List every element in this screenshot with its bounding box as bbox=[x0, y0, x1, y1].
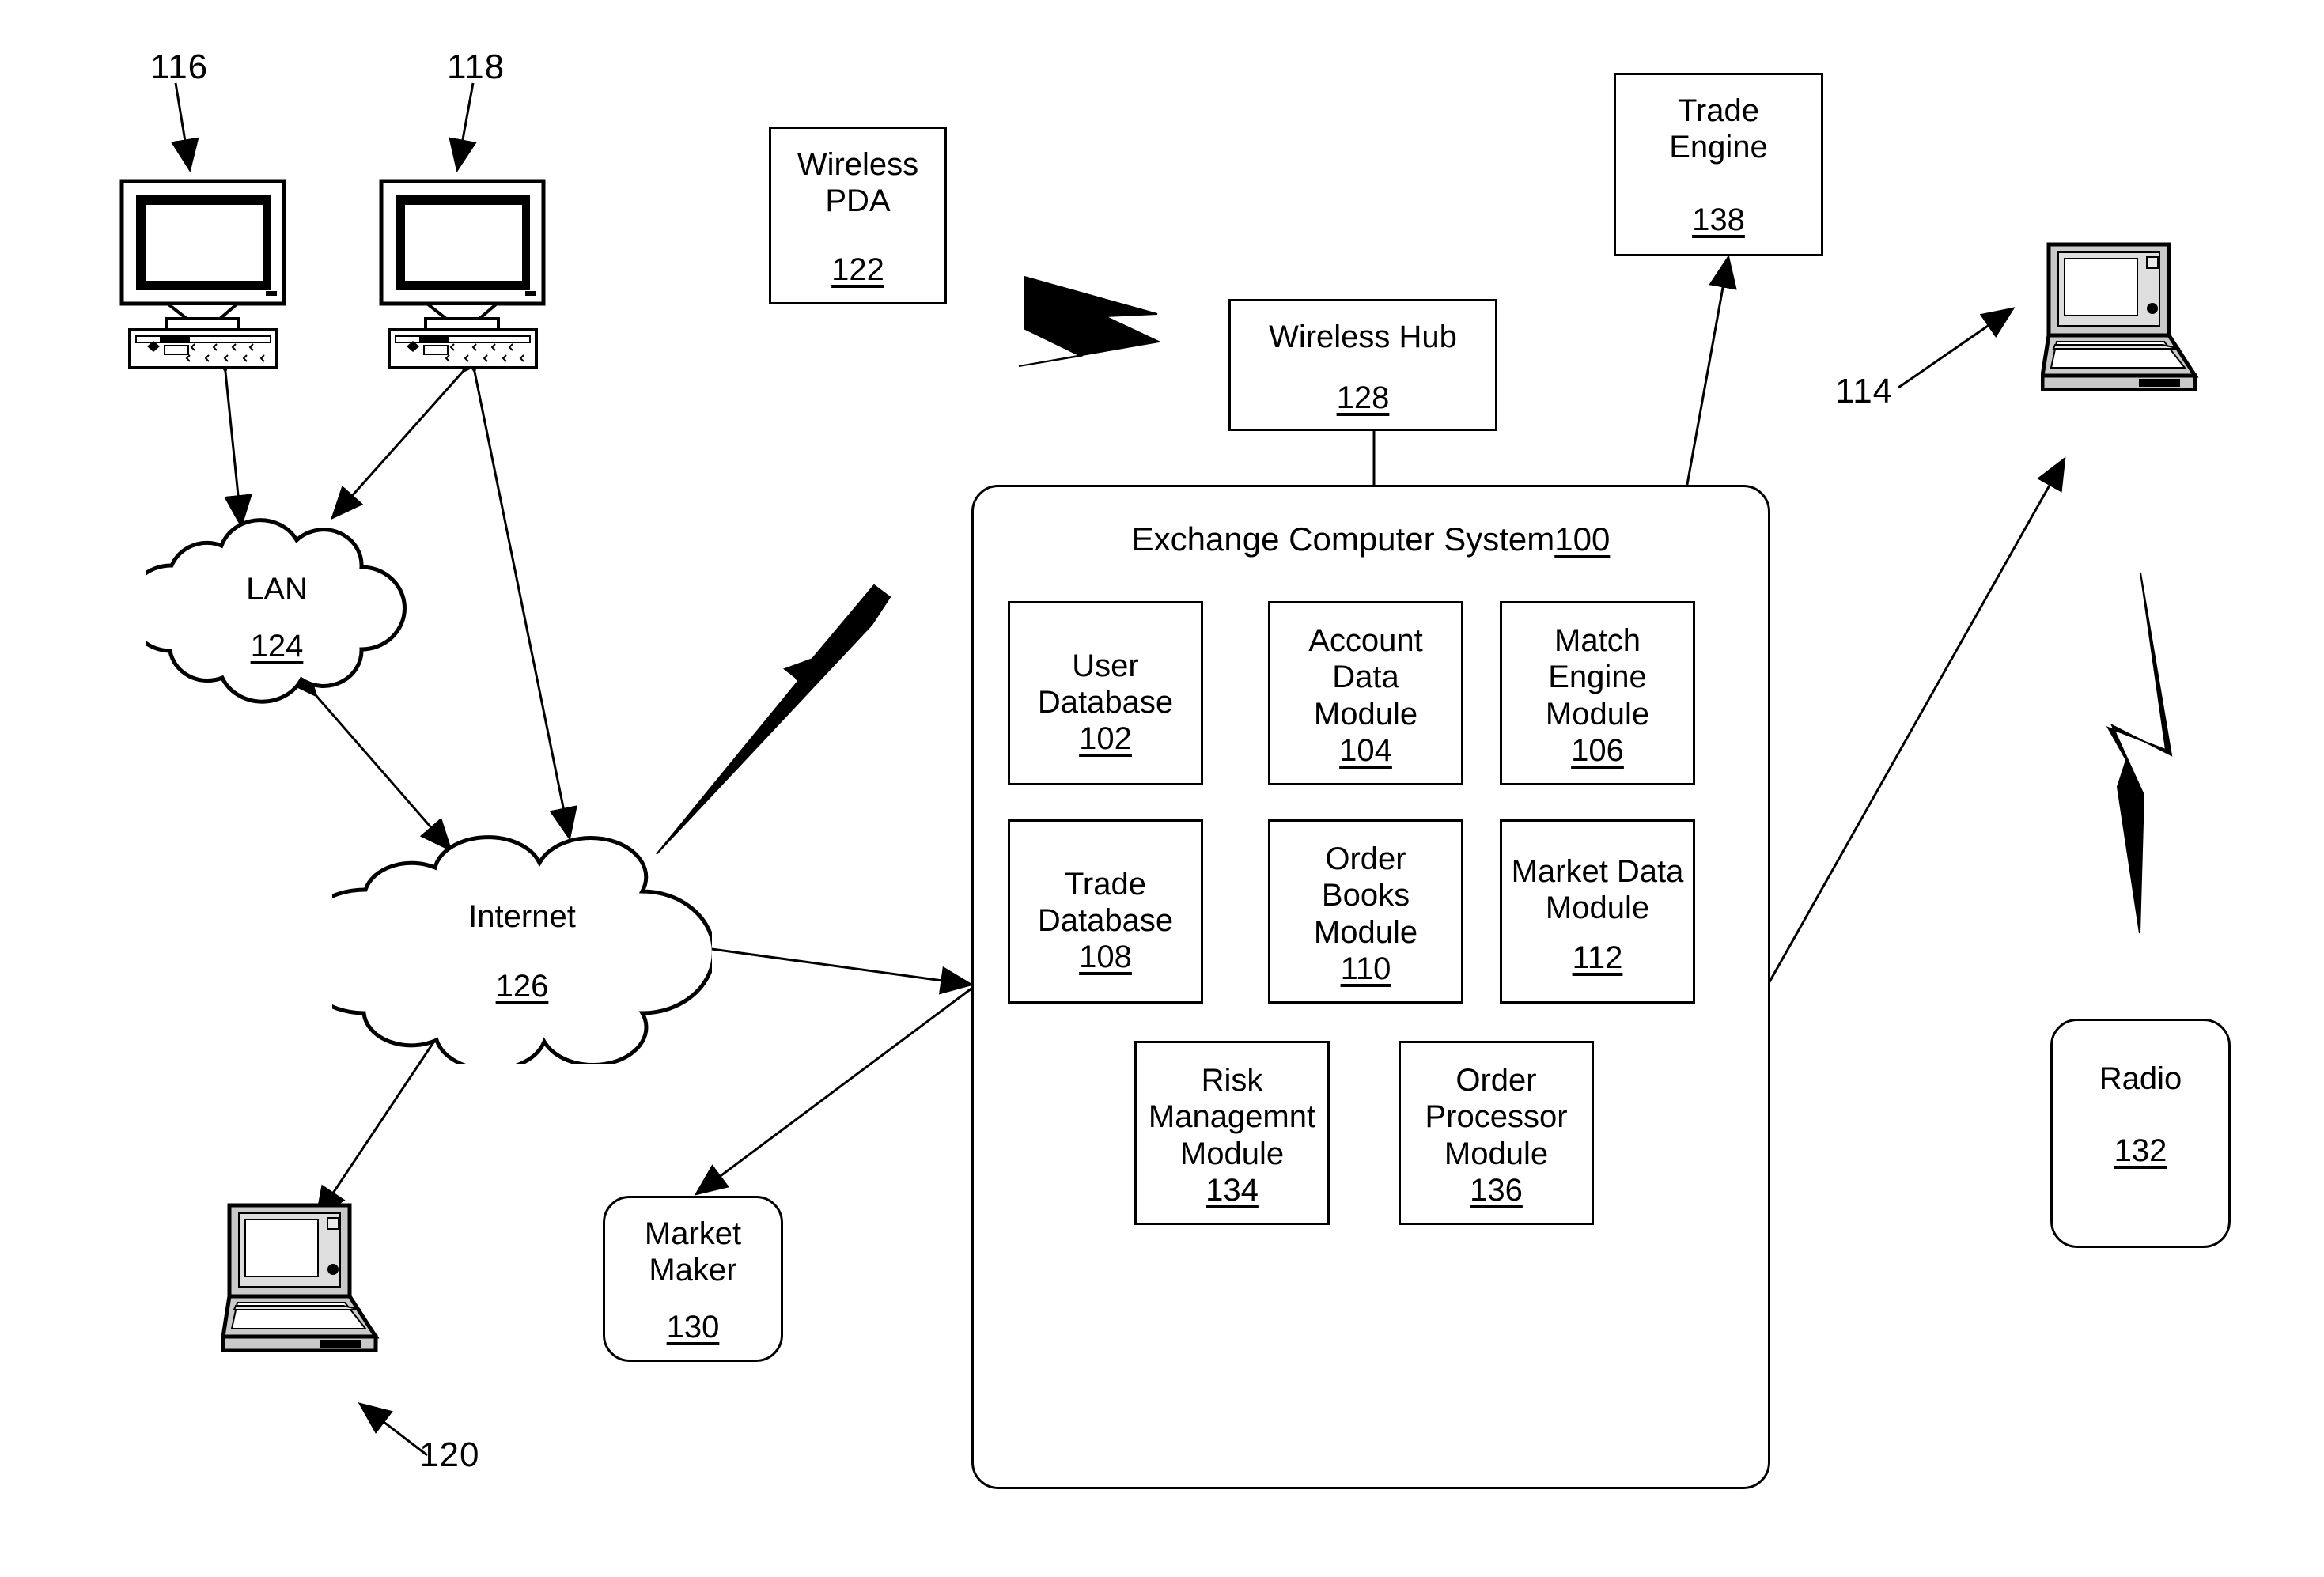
trade-engine-ref: 138 bbox=[1692, 202, 1745, 237]
market-maker-label: Market Maker bbox=[644, 1216, 742, 1288]
patent-figure-trading-network-diagram: 116 118 120 114 LAN 124 Internet 126 Wir… bbox=[0, 0, 2324, 1577]
radio-node: Radio 132 bbox=[2050, 1019, 2231, 1248]
module-ref: 108 bbox=[1079, 939, 1132, 974]
callout-118: 118 bbox=[447, 47, 505, 86]
module-ref: 110 bbox=[1340, 951, 1391, 986]
wireless-pda-node: Wireless PDA 122 bbox=[769, 127, 947, 304]
callout-leader-116 bbox=[170, 82, 199, 172]
link-exchange-market-maker bbox=[694, 959, 1005, 1196]
market-maker-node: Market Maker 130 bbox=[603, 1196, 783, 1362]
lightning-bolt-radio bbox=[2106, 572, 2173, 934]
module-label: Risk Managemnt Module bbox=[1148, 1063, 1316, 1171]
link-exchange-trade-engine bbox=[1664, 255, 1737, 539]
lan-cloud: LAN 124 bbox=[125, 510, 407, 716]
wireless-pda-label: Wireless PDA bbox=[797, 147, 919, 219]
module-order-books: Order Books Module 110 bbox=[1268, 819, 1463, 1004]
module-risk-management: Risk Managemnt Module 134 bbox=[1134, 1041, 1330, 1225]
callout-120: 120 bbox=[419, 1435, 480, 1474]
wireless-hub-label: Wireless Hub bbox=[1269, 320, 1457, 354]
internet-cloud: Internet 126 bbox=[290, 834, 716, 1072]
desktop-workstation-118-icon bbox=[379, 179, 546, 369]
callout-leader-120 bbox=[358, 1402, 428, 1457]
callout-leader-114 bbox=[1898, 307, 2016, 389]
module-trade-database: Trade Database 108 bbox=[1008, 819, 1203, 1004]
desktop-workstation-116-icon bbox=[119, 179, 286, 369]
exchange-computer-system-title: Exchange Computer System100 bbox=[974, 520, 1768, 558]
lightning-bolt-hub bbox=[1018, 275, 1162, 367]
ecs-title-ref: 100 bbox=[1554, 520, 1611, 558]
module-account-data: Account Data Module 104 bbox=[1268, 601, 1463, 785]
ecs-title-text: Exchange Computer System bbox=[1131, 520, 1555, 558]
link-internet-exchange bbox=[679, 930, 974, 995]
link-ws118-lan bbox=[331, 338, 494, 520]
module-label: Order Books Module bbox=[1313, 841, 1418, 950]
laptop-120-icon bbox=[221, 1203, 380, 1352]
lightning-bolt-pda bbox=[656, 584, 891, 855]
internet-label: Internet bbox=[468, 899, 576, 934]
callout-114: 114 bbox=[1835, 372, 1894, 410]
market-maker-ref: 130 bbox=[666, 1310, 720, 1344]
cloud-shape bbox=[290, 835, 716, 1072]
module-market-data: Market Data Module 112 bbox=[1500, 819, 1695, 1004]
module-label: Account Data Module bbox=[1308, 623, 1423, 732]
exchange-computer-system-container: Exchange Computer System100 User Databas… bbox=[971, 485, 1770, 1489]
callout-116: 116 bbox=[150, 47, 209, 86]
radio-ref: 132 bbox=[2114, 1133, 2167, 1169]
radio-label: Radio bbox=[2099, 1061, 2182, 1096]
callout-leader-118 bbox=[449, 82, 477, 172]
wireless-hub-node: Wireless Hub 128 bbox=[1228, 299, 1497, 431]
module-label: Market Data Module bbox=[1511, 854, 1684, 926]
module-order-processor: Order Processor Module 136 bbox=[1399, 1041, 1594, 1225]
link-ws118-internet bbox=[454, 338, 577, 841]
lan-label: LAN bbox=[246, 572, 308, 607]
module-label: User Database bbox=[1037, 649, 1174, 720]
link-ws116-lan bbox=[208, 339, 252, 528]
module-label: Match Engine Module bbox=[1545, 623, 1650, 732]
module-user-database: User Database 102 bbox=[1008, 601, 1203, 785]
lan-ref: 124 bbox=[250, 629, 304, 664]
cloud-shape bbox=[125, 518, 407, 704]
wireless-hub-ref: 128 bbox=[1336, 380, 1390, 415]
link-exchange-laptop114 bbox=[1740, 456, 2066, 1019]
laptop-114-icon bbox=[2041, 242, 2199, 391]
internet-ref: 126 bbox=[495, 969, 549, 1004]
wireless-pda-ref: 122 bbox=[831, 252, 884, 287]
module-ref: 134 bbox=[1206, 1173, 1259, 1208]
module-ref: 112 bbox=[1572, 940, 1623, 975]
module-label: Trade Database bbox=[1037, 867, 1174, 939]
module-ref: 102 bbox=[1079, 720, 1132, 756]
trade-engine-node: Trade Engine 138 bbox=[1614, 73, 1823, 256]
module-label: Order Processor Module bbox=[1425, 1063, 1568, 1171]
module-ref: 136 bbox=[1470, 1173, 1523, 1208]
module-ref: 106 bbox=[1571, 733, 1624, 768]
module-match-engine: Match Engine Module 106 bbox=[1500, 601, 1695, 785]
link-lan-internet bbox=[285, 663, 452, 853]
trade-engine-label: Trade Engine bbox=[1669, 93, 1768, 165]
module-ref: 104 bbox=[1339, 733, 1392, 768]
